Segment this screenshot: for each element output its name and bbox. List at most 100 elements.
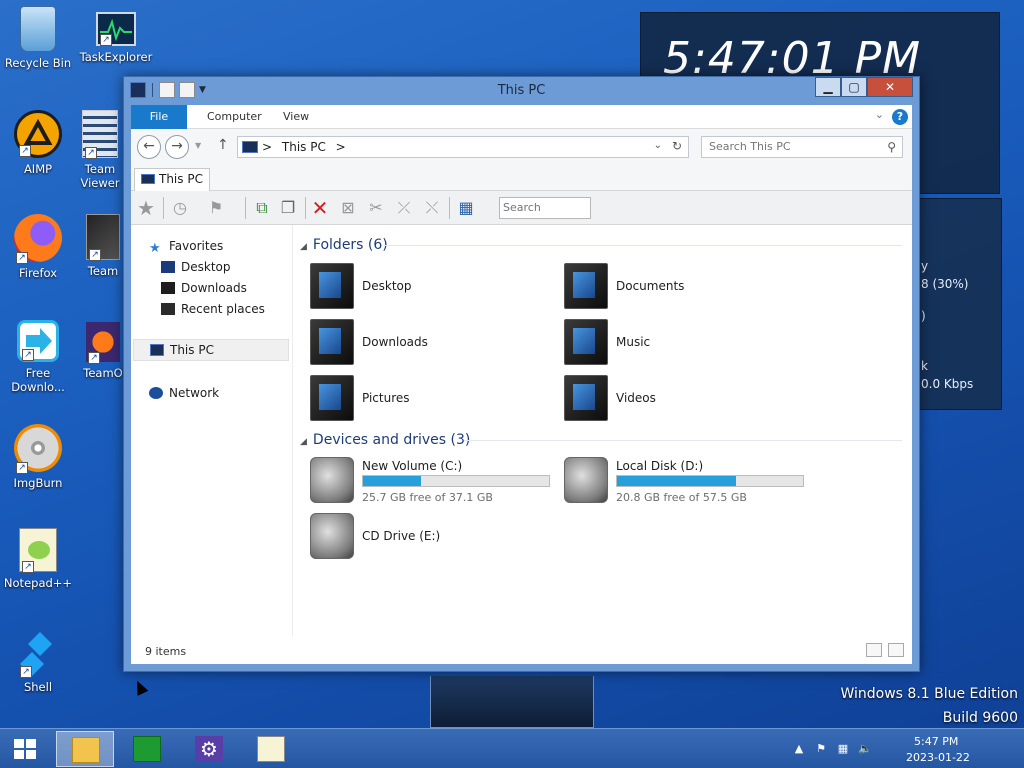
taskbar-settings[interactable]: ⚙: [180, 731, 238, 767]
desktop-icon-label: Free Downlo...: [11, 366, 65, 394]
address-row: ← → ▼ ↑ > This PC > ⌄ ↻ ⚲: [131, 129, 912, 165]
start-button[interactable]: [14, 739, 36, 759]
collapse-icon[interactable]: ◢: [300, 242, 307, 252]
firefox-icon: ↗: [14, 214, 62, 264]
desktop-icon-team-viewer[interactable]: ↗ Team Viewer Facebook: [72, 110, 128, 190]
nav-item-network[interactable]: Network: [149, 386, 219, 400]
delete-permanently-icon[interactable]: ⊠: [337, 197, 359, 219]
gadget-text: ): [921, 309, 926, 323]
windows-flag-icon[interactable]: ⚑: [205, 197, 227, 219]
drive-item-e[interactable]: CD Drive (E:): [310, 513, 560, 563]
desktop-icon-recycle-bin[interactable]: Recycle Bin: [0, 6, 76, 70]
search-box[interactable]: ⚲: [701, 136, 903, 158]
close-button[interactable]: ✕: [867, 77, 913, 97]
notepadpp-icon: [257, 736, 285, 762]
desktop-icon-shell[interactable]: ↗ Shell: [0, 630, 76, 694]
documents-folder-icon: [564, 263, 608, 309]
system-tray: ▲ ⚑ ▦ 🔈 5:47 PM 2023-01-22: [784, 729, 1004, 768]
tab-strip: This PC: [131, 165, 912, 191]
desktop-icon: [161, 261, 175, 273]
drive-item-d[interactable]: Local Disk (D:) 20.8 GB free of 57.5 GB: [564, 457, 814, 507]
desktop-icon-label: Recycle Bin: [4, 56, 72, 70]
rename-icon[interactable]: ⤫: [393, 197, 415, 219]
back-button[interactable]: ←: [137, 135, 161, 159]
move-icon[interactable]: ⧉: [251, 197, 273, 219]
maximize-button[interactable]: ▢: [841, 77, 867, 97]
group-header-devices[interactable]: ◢ Devices and drives (3): [300, 432, 470, 448]
folder-item[interactable]: Videos: [564, 375, 804, 425]
toolbar-search-input[interactable]: [503, 201, 587, 214]
tab-view[interactable]: View: [269, 105, 323, 129]
minimize-button[interactable]: ▁: [815, 77, 841, 97]
taskbar-file-explorer[interactable]: [56, 731, 114, 767]
cut-icon[interactable]: ✂: [365, 197, 387, 219]
folder-item[interactable]: Documents: [564, 263, 804, 313]
nav-item-favorites[interactable]: ★ Favorites: [149, 239, 223, 256]
tray-time[interactable]: 5:47 PM: [914, 735, 958, 748]
show-hidden-icons-icon[interactable]: ▲: [792, 742, 806, 756]
details-view-button[interactable]: [866, 643, 882, 657]
taskbar-store[interactable]: [118, 731, 176, 767]
explorer-window[interactable]: ▼ This PC ▁ ▢ ✕ File Computer View ⌄ ? ←…: [123, 76, 920, 672]
desktop-icon-aimp[interactable]: ↗ AIMP: [0, 110, 76, 176]
address-bar[interactable]: > This PC > ⌄ ↻: [237, 136, 689, 158]
nav-item-downloads[interactable]: Downloads: [161, 281, 247, 295]
history-icon[interactable]: ◷: [169, 197, 191, 219]
folder-item[interactable]: Pictures: [310, 375, 550, 425]
build-label: Build 9600: [942, 710, 1018, 726]
drive-usage-bar: [362, 475, 550, 487]
view-options-icon[interactable]: ▦: [455, 197, 477, 219]
desktop-icon-notepadpp[interactable]: ↗ Notepad++: [0, 528, 76, 590]
drive-item-c[interactable]: New Volume (C:) 25.7 GB free of 37.1 GB: [310, 457, 560, 507]
tab-computer[interactable]: Computer: [193, 105, 276, 129]
refresh-icon[interactable]: ↻: [672, 139, 682, 153]
star-icon: ★: [149, 241, 161, 256]
toolbar-search[interactable]: [499, 197, 591, 219]
pc-icon: [141, 174, 155, 184]
folder-item[interactable]: Music: [564, 319, 804, 369]
search-input[interactable]: [709, 140, 869, 153]
address-path[interactable]: > This PC >: [262, 140, 346, 154]
expand-ribbon-icon[interactable]: ⌄: [875, 108, 884, 121]
collapse-icon[interactable]: ◢: [300, 437, 307, 447]
group-header-folders[interactable]: ◢ Folders (6): [300, 237, 388, 253]
gadget-text: k: [921, 359, 928, 373]
large-icons-view-button[interactable]: [888, 643, 904, 657]
desktop-icon-label: ImgBurn: [13, 476, 63, 490]
tab-file[interactable]: File: [131, 105, 187, 129]
volume-icon[interactable]: 🔈: [858, 742, 872, 756]
help-icon[interactable]: ?: [892, 109, 908, 125]
delete-icon[interactable]: ✕: [309, 197, 331, 219]
recent-places-icon: [161, 303, 175, 315]
address-dropdown-icon[interactable]: ⌄: [654, 140, 662, 151]
copy-icon[interactable]: ❐: [277, 197, 299, 219]
favorite-star-icon[interactable]: ★: [135, 197, 157, 219]
folder-item[interactable]: Downloads: [310, 319, 550, 369]
taskbar-notepadpp[interactable]: [242, 731, 300, 767]
desktop-icon-free-download[interactable]: ↗ Free Downlo...: [0, 320, 76, 394]
team-viewer-icon: ↗: [82, 110, 118, 159]
undo-icon[interactable]: ⤬: [421, 197, 443, 219]
nav-item-desktop[interactable]: Desktop: [161, 260, 231, 274]
tab-this-pc[interactable]: This PC: [134, 168, 210, 191]
title-bar[interactable]: ▼ This PC ▁ ▢ ✕: [124, 77, 919, 103]
recent-locations-icon[interactable]: ▼: [195, 141, 201, 150]
desktop-icon-taskexplorer[interactable]: ↗ TaskExplorer: [78, 12, 154, 64]
desktop-icon-team[interactable]: ↗ Team: [80, 214, 126, 278]
desktop-icon-teamo[interactable]: ↗ TeamO: [80, 322, 126, 380]
nav-item-recent-places[interactable]: Recent places: [161, 302, 265, 316]
pc-icon: [150, 344, 164, 356]
desktop-icon-imgburn[interactable]: ↗ ImgBurn: [0, 424, 76, 490]
music-folder-icon: [564, 319, 608, 365]
up-button[interactable]: ↑: [217, 137, 229, 153]
tray-date[interactable]: 2023-01-22: [906, 751, 970, 764]
forward-button[interactable]: →: [165, 135, 189, 159]
folder-item[interactable]: Desktop: [310, 263, 550, 313]
desktop-icon-firefox[interactable]: ↗ Firefox: [0, 214, 76, 280]
shell-icon: ↗: [18, 630, 58, 678]
network-status-icon[interactable]: ▦: [836, 742, 850, 756]
nav-item-this-pc[interactable]: This PC: [133, 339, 289, 361]
items-view[interactable]: ◢ Folders (6) Desktop Documents Downloads…: [294, 225, 912, 636]
action-center-flag-icon[interactable]: ⚑: [814, 742, 828, 756]
navigation-pane[interactable]: ★ Favorites Desktop Downloads Recent plac…: [131, 225, 293, 636]
